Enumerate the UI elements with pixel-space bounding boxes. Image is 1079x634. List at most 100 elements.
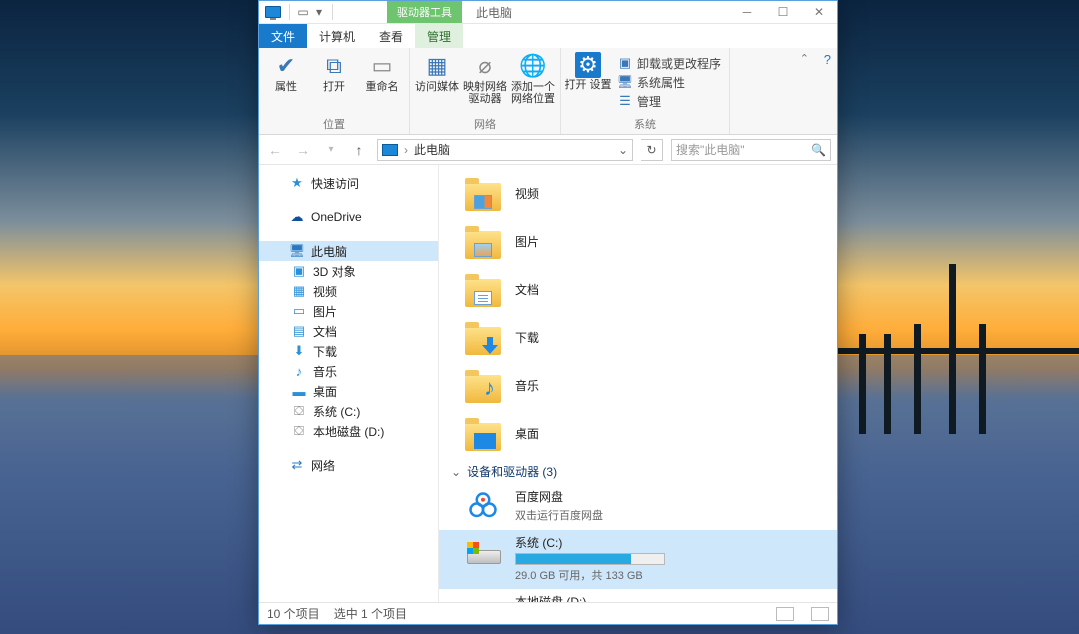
folder-videos[interactable]: 视频 (439, 169, 837, 217)
tiles-view-button[interactable] (811, 607, 829, 621)
close-button[interactable]: ✕ (801, 1, 837, 23)
qat-customize-dropdown[interactable]: ▾ (314, 7, 324, 17)
file-explorer-window: ▭ ▾ 驱动器工具 此电脑 ─ ☐ ✕ 文件 计算机 查看 管理 ✔ 属性 ⧉ … (258, 0, 838, 625)
map-drive-button[interactable]: ⌀ 映射网络 驱动器 (464, 52, 506, 105)
baidu-netdisk-icon (465, 488, 501, 524)
properties-button[interactable]: ✔ 属性 (265, 52, 307, 93)
status-selected-count: 选中 1 个项目 (334, 605, 407, 622)
rename-icon: ▭ (368, 52, 396, 80)
picture-icon: ▭ (291, 303, 307, 319)
tab-computer[interactable]: 计算机 (307, 24, 367, 48)
help-button[interactable]: ? (824, 52, 831, 67)
system-properties-button[interactable]: 🖥系统属性 (615, 73, 723, 91)
nav-network[interactable]: ⇄网络 (259, 455, 438, 475)
navigation-pane: ★快速访问 ☁OneDrive 🖥此电脑 ▣3D 对象 ▦视频 ▭图片 ▤文档 … (259, 165, 439, 602)
drive-d-icon: ⛋ (291, 423, 307, 439)
desktop-icon: ▬ (291, 383, 307, 399)
chevron-down-icon: ⌄ (451, 465, 461, 479)
video-icon: ▦ (291, 283, 307, 299)
details-view-button[interactable] (776, 607, 794, 621)
nav-drive-c[interactable]: ⛋系统 (C:) (259, 401, 438, 421)
uninstall-button[interactable]: ▣卸载或更改程序 (615, 54, 723, 72)
access-media-button[interactable]: ▦ 访问媒体 (416, 52, 458, 105)
document-icon: ▤ (291, 323, 307, 339)
ribbon: ✔ 属性 ⧉ 打开 ▭ 重命名 位置 ▦ 访问媒体 (259, 48, 837, 135)
qat-doc-icon[interactable]: ▭ (298, 7, 308, 17)
uninstall-icon: ▣ (617, 55, 633, 71)
content-pane[interactable]: 视频 图片 文档 下载 ♪音乐 桌面 ⌄设备和驱动器 (3) 百度网盘 双击运行… (439, 165, 837, 602)
up-button[interactable]: ↑ (349, 140, 369, 160)
back-button[interactable]: ← (265, 140, 285, 160)
nav-3d-objects[interactable]: ▣3D 对象 (259, 261, 438, 281)
ribbon-group-location: ✔ 属性 ⧉ 打开 ▭ 重命名 位置 (259, 48, 410, 134)
tab-manage[interactable]: 管理 (415, 24, 463, 48)
gear-icon: ⚙ (575, 52, 601, 78)
thispc-icon (382, 144, 398, 156)
open-settings-button[interactable]: ⚙ 打开 设置 (567, 52, 609, 110)
ribbon-group-system: ⚙ 打开 设置 ▣卸载或更改程序 🖥系统属性 ☰管理 系统 (561, 48, 730, 134)
nav-videos[interactable]: ▦视频 (259, 281, 438, 301)
pc-icon: 🖥 (289, 243, 305, 259)
manage-button[interactable]: ☰管理 (615, 92, 723, 110)
folder-icon (465, 319, 501, 355)
open-button[interactable]: ⧉ 打开 (313, 52, 355, 93)
cloud-icon: ☁ (289, 209, 305, 225)
search-input[interactable]: 搜索"此电脑" 🔍 (671, 139, 831, 161)
manage-icon: ☰ (617, 93, 633, 109)
search-icon: 🔍 (811, 143, 826, 157)
recent-dropdown[interactable]: ▾ (321, 140, 341, 160)
nav-music[interactable]: ♪音乐 (259, 361, 438, 381)
drive-d-icon (465, 593, 501, 602)
folder-pictures[interactable]: 图片 (439, 217, 837, 265)
media-icon: ▦ (423, 52, 451, 80)
drive-icon: ⌀ (471, 52, 499, 80)
nav-downloads[interactable]: ⬇下载 (259, 341, 438, 361)
music-icon: ♪ (291, 363, 307, 379)
folder-icon: ♪ (465, 367, 501, 403)
forward-button[interactable]: → (293, 140, 313, 160)
folder-icon (465, 175, 501, 211)
folder-desktop[interactable]: 桌面 (439, 409, 837, 457)
drive-d[interactable]: 本地磁盘 (D:) 74.8 GB 可用，共 99.8 GB (439, 589, 837, 602)
minimize-button[interactable]: ─ (729, 1, 765, 23)
drive-c-icon (465, 534, 501, 570)
drive-c[interactable]: 系统 (C:) 29.0 GB 可用，共 133 GB (439, 530, 837, 589)
nav-desktop[interactable]: ▬桌面 (259, 381, 438, 401)
folder-documents[interactable]: 文档 (439, 265, 837, 313)
globe-icon: 🌐 (519, 52, 547, 80)
folder-icon (465, 271, 501, 307)
address-bar: ← → ▾ ↑ › 此电脑 ⌄ ↻ 搜索"此电脑" 🔍 (259, 135, 837, 165)
collapse-ribbon-button[interactable]: ⌃ (800, 52, 809, 65)
drive-c-usage-bar (515, 553, 665, 565)
status-bar: 10 个项目 选中 1 个项目 (259, 602, 837, 624)
drive-baidu[interactable]: 百度网盘 双击运行百度网盘 (439, 484, 837, 530)
address-input[interactable]: › 此电脑 ⌄ (377, 139, 633, 161)
section-devices-drives[interactable]: ⌄设备和驱动器 (3) (439, 457, 837, 484)
address-dropdown[interactable]: ⌄ (618, 143, 628, 157)
system-menu-icon[interactable] (265, 6, 281, 18)
rename-button[interactable]: ▭ 重命名 (361, 52, 403, 93)
titlebar[interactable]: ▭ ▾ 驱动器工具 此电脑 ─ ☐ ✕ (259, 1, 837, 24)
folder-music[interactable]: ♪音乐 (439, 361, 837, 409)
tab-view[interactable]: 查看 (367, 24, 415, 48)
nav-this-pc[interactable]: 🖥此电脑 (259, 241, 438, 261)
nav-pictures[interactable]: ▭图片 (259, 301, 438, 321)
search-placeholder: 搜索"此电脑" (676, 141, 811, 158)
nav-drive-d[interactable]: ⛋本地磁盘 (D:) (259, 421, 438, 441)
cube-icon: ▣ (291, 263, 307, 279)
maximize-button[interactable]: ☐ (765, 1, 801, 23)
folder-icon (465, 415, 501, 451)
download-icon: ⬇ (291, 343, 307, 359)
add-location-button[interactable]: 🌐 添加一个 网络位置 (512, 52, 554, 105)
nav-onedrive[interactable]: ☁OneDrive (259, 207, 438, 227)
network-icon: ⇄ (289, 457, 305, 473)
nav-documents[interactable]: ▤文档 (259, 321, 438, 341)
folder-downloads[interactable]: 下载 (439, 313, 837, 361)
drive-c-icon: ⛋ (291, 403, 307, 419)
tab-file[interactable]: 文件 (259, 24, 307, 48)
nav-quick-access[interactable]: ★快速访问 (259, 173, 438, 193)
checkmark-icon: ✔ (272, 52, 300, 80)
breadcrumb[interactable]: 此电脑 (414, 140, 450, 160)
refresh-button[interactable]: ↻ (641, 139, 663, 161)
folder-icon (465, 223, 501, 259)
